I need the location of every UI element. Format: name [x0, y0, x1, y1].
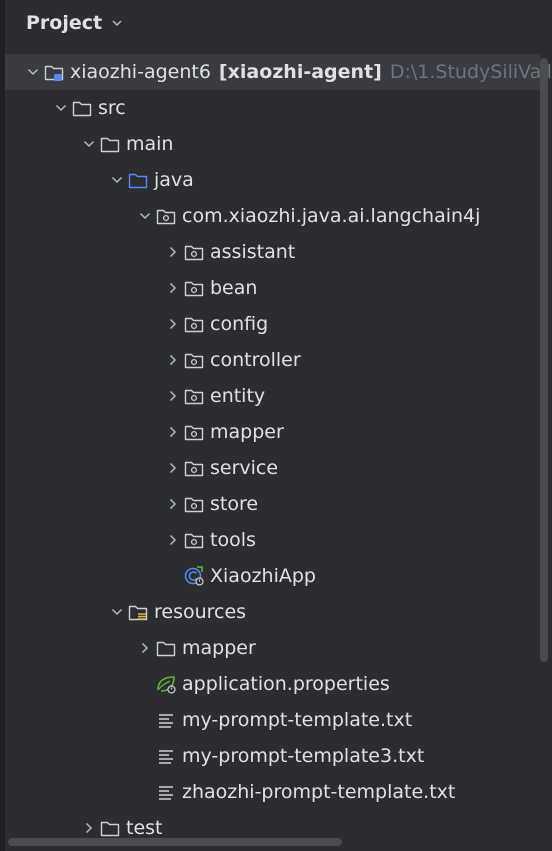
arrow-spacer	[163, 558, 183, 594]
chevron-right-icon[interactable]	[163, 486, 183, 522]
tree-row-java[interactable]: java	[5, 162, 540, 198]
tree-item-label: src	[98, 97, 126, 119]
package-icon	[155, 205, 177, 227]
chevron-right-icon[interactable]	[163, 450, 183, 486]
chevron-right-icon[interactable]	[163, 378, 183, 414]
horizontal-scrollbar[interactable]	[8, 838, 342, 846]
chevron-right-icon[interactable]	[135, 630, 155, 666]
tree-row-store[interactable]: store	[5, 486, 540, 522]
tree-row-my-prompt-template3-txt[interactable]: my-prompt-template3.txt	[5, 738, 540, 774]
tree-row-main[interactable]: main	[5, 126, 540, 162]
chevron-right-icon[interactable]	[163, 414, 183, 450]
chevron-down-icon[interactable]	[51, 90, 71, 126]
folder-icon	[155, 637, 177, 659]
tree-item-label: mapper	[182, 637, 256, 659]
tree-row-entity[interactable]: entity	[5, 378, 540, 414]
package-icon	[183, 457, 205, 479]
package-icon	[183, 313, 205, 335]
chevron-down-icon[interactable]	[79, 126, 99, 162]
chevron-down-icon[interactable]	[23, 54, 43, 90]
tree-row-xiaozhi-agent6[interactable]: xiaozhi-agent6 [xiaozhi-agent] D:\1.StudyS…	[5, 54, 552, 90]
tree-item-label: service	[210, 457, 279, 479]
arrow-spacer	[135, 666, 155, 702]
text-file-icon	[155, 781, 177, 803]
tree-item-label: XiaozhiApp	[210, 565, 316, 587]
text-file-icon	[155, 709, 177, 731]
tree-item-label: com.xiaozhi.java.ai.langchain4j	[182, 205, 481, 227]
spring-boot-class-icon	[183, 565, 205, 587]
chevron-down-icon[interactable]	[135, 198, 155, 234]
tree-row-service[interactable]: service	[5, 450, 540, 486]
tree-item-label: zhaozhi-prompt-template.txt	[182, 781, 456, 803]
package-icon	[183, 349, 205, 371]
project-view-title: Project	[26, 12, 103, 34]
chevron-right-icon[interactable]	[163, 306, 183, 342]
source-folder-icon	[127, 169, 149, 191]
tree-row-mapper[interactable]: mapper	[5, 414, 540, 450]
module-name: [xiaozhi-agent]	[218, 61, 382, 83]
module-icon	[43, 61, 65, 83]
tree-row-application-properties[interactable]: application.properties	[5, 666, 540, 702]
chevron-down-icon[interactable]	[107, 162, 127, 198]
tree-item-label: store	[210, 493, 259, 515]
tree-row-config[interactable]: config	[5, 306, 540, 342]
spring-properties-icon	[155, 673, 177, 695]
tree-item-label: config	[210, 313, 269, 335]
chevron-down-icon[interactable]	[107, 594, 127, 630]
arrow-spacer	[135, 774, 155, 810]
tree-item-label: application.properties	[182, 673, 390, 695]
project-tree[interactable]: xiaozhi-agent6 [xiaozhi-agent] D:\1.StudyS…	[5, 54, 552, 846]
tree-row-my-prompt-template-txt[interactable]: my-prompt-template.txt	[5, 702, 540, 738]
arrow-spacer	[135, 702, 155, 738]
chevron-right-icon[interactable]	[163, 234, 183, 270]
tree-row-tools[interactable]: tools	[5, 522, 540, 558]
tree-row-xiaozhiapp[interactable]: XiaozhiApp	[5, 558, 540, 594]
tree-item-label: controller	[210, 349, 301, 371]
folder-icon	[71, 97, 93, 119]
tree-row-resources[interactable]: resources	[5, 594, 540, 630]
folder-icon	[99, 133, 121, 155]
chevron-right-icon[interactable]	[163, 342, 183, 378]
tree-item-label: main	[126, 133, 174, 155]
tree-row-bean[interactable]: bean	[5, 270, 540, 306]
tree-item-label: my-prompt-template.txt	[182, 709, 413, 731]
tree-item-label: assistant	[210, 241, 296, 263]
package-icon	[183, 529, 205, 551]
resources-folder-icon	[127, 601, 149, 623]
tree-item-label: xiaozhi-agent6	[70, 61, 211, 83]
package-icon	[183, 421, 205, 443]
tree-row-zhaozhi-prompt-template-txt[interactable]: zhaozhi-prompt-template.txt	[5, 774, 540, 810]
vertical-scrollbar[interactable]	[540, 58, 548, 662]
chevron-right-icon[interactable]	[163, 270, 183, 306]
tree-item-label: mapper	[210, 421, 284, 443]
tree-item-label: tools	[210, 529, 256, 551]
tree-row-mapper[interactable]: mapper	[5, 630, 540, 666]
tree-row-com-xiaozhi-java-ai-langchain4j[interactable]: com.xiaozhi.java.ai.langchain4j	[5, 198, 540, 234]
arrow-spacer	[135, 738, 155, 774]
tree-item-label: my-prompt-template3.txt	[182, 745, 425, 767]
text-file-icon	[155, 745, 177, 767]
package-icon	[183, 385, 205, 407]
package-icon	[183, 241, 205, 263]
tree-row-assistant[interactable]: assistant	[5, 234, 540, 270]
project-view-header[interactable]: Project	[26, 8, 124, 38]
tree-item-label: bean	[210, 277, 258, 299]
package-icon	[183, 277, 205, 299]
package-icon	[183, 493, 205, 515]
tree-item-label: entity	[210, 385, 266, 407]
module-path: D:\1.StudySiliVally\	[389, 61, 552, 83]
folder-icon	[99, 817, 121, 839]
tree-row-src[interactable]: src	[5, 90, 540, 126]
tree-item-label: resources	[154, 601, 247, 623]
chevron-down-icon[interactable]	[110, 16, 124, 30]
tree-row-controller[interactable]: controller	[5, 342, 540, 378]
chevron-right-icon[interactable]	[163, 522, 183, 558]
tree-item-label: java	[154, 169, 194, 191]
tree-item-label: test	[126, 817, 163, 839]
